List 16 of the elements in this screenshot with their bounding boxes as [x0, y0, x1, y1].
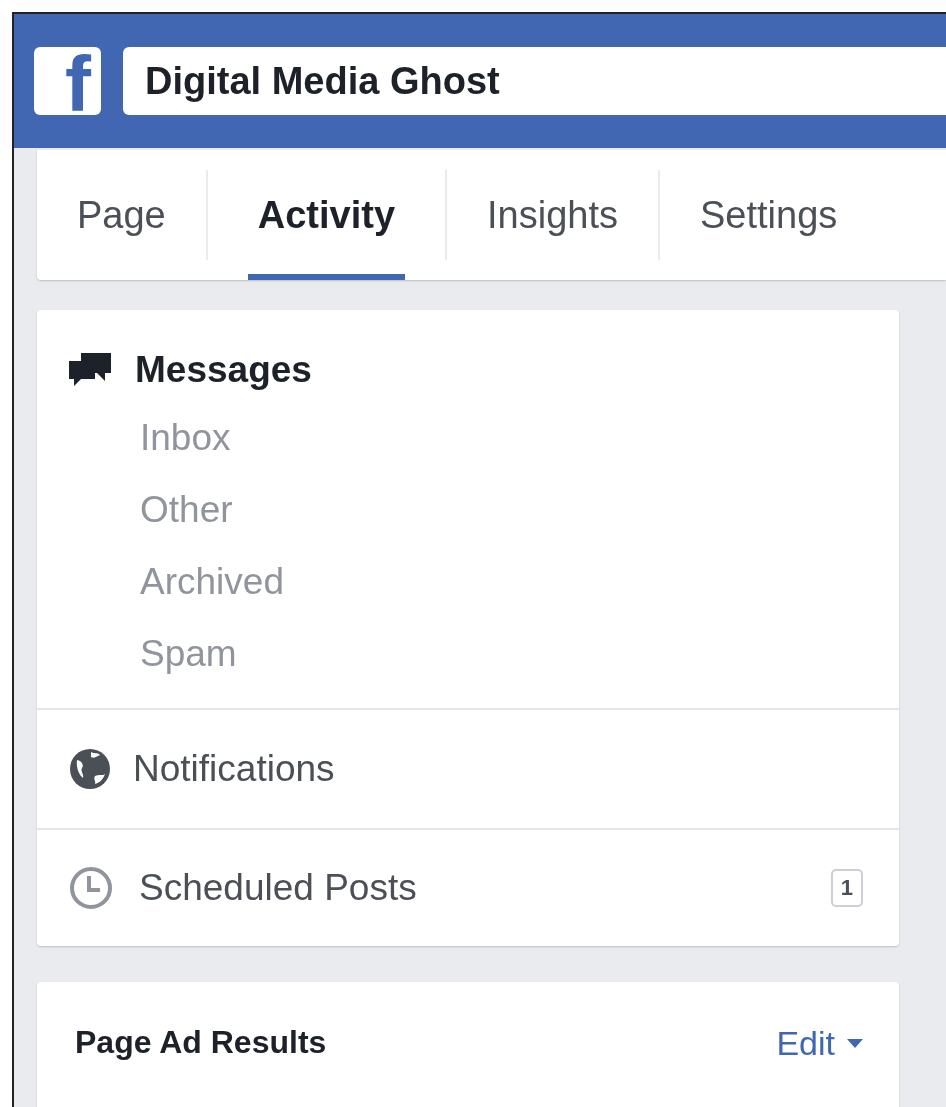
- tab[interactable]: Activity: [247, 150, 406, 280]
- tab[interactable]: Page: [77, 150, 166, 280]
- card-title: Page Ad Results: [75, 1023, 328, 1062]
- menu-item[interactable]: Scheduled Posts: [139, 860, 805, 916]
- search-field[interactable]: Digital Media Ghost: [123, 47, 946, 115]
- edit-dropdown[interactable]: Edit: [776, 1018, 863, 1069]
- caret-icon: [847, 1039, 863, 1048]
- clock-icon: [69, 866, 113, 910]
- section-title: Messages: [135, 348, 312, 393]
- tab[interactable]: Settings: [700, 150, 838, 280]
- tab[interactable]: Insights: [487, 150, 618, 280]
- chat-bubbles-icon: [69, 353, 111, 387]
- logo-icon[interactable]: f: [34, 47, 101, 115]
- menu-item[interactable]: Notifications: [133, 741, 335, 797]
- globe-icon: [69, 748, 111, 790]
- count-badge: 1: [830, 869, 863, 907]
